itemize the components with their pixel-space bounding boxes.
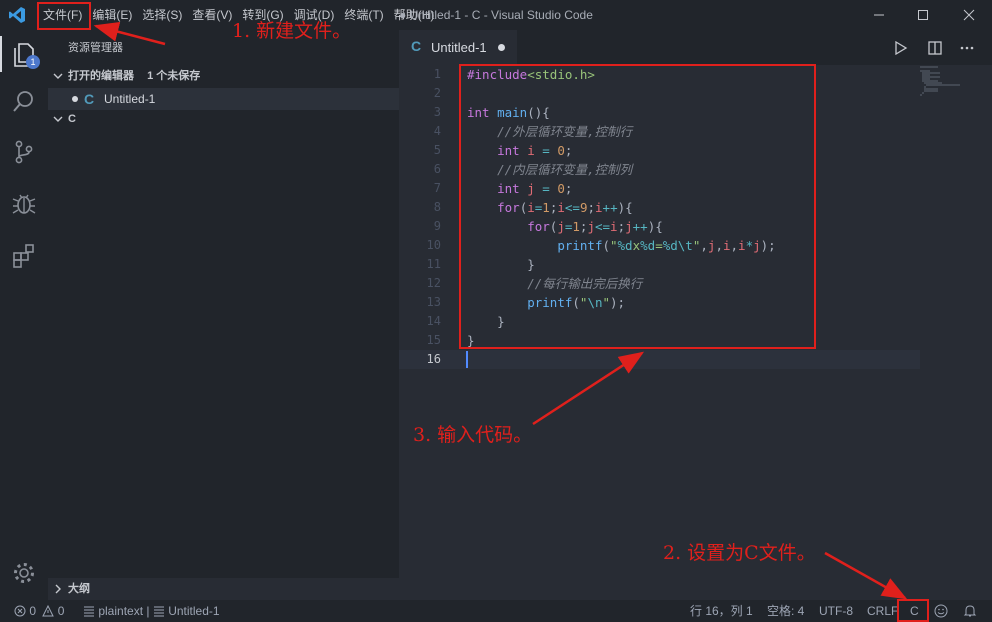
vscode-window: 文件(F) 编辑(E) 选择(S) 查看(V) 转到(G) 调试(D) 终端(T… xyxy=(0,0,992,622)
arrow-step3 xyxy=(532,351,645,426)
arrow-step2 xyxy=(824,551,908,600)
annotation-arrows xyxy=(93,22,908,600)
arrow-step1 xyxy=(93,22,166,46)
